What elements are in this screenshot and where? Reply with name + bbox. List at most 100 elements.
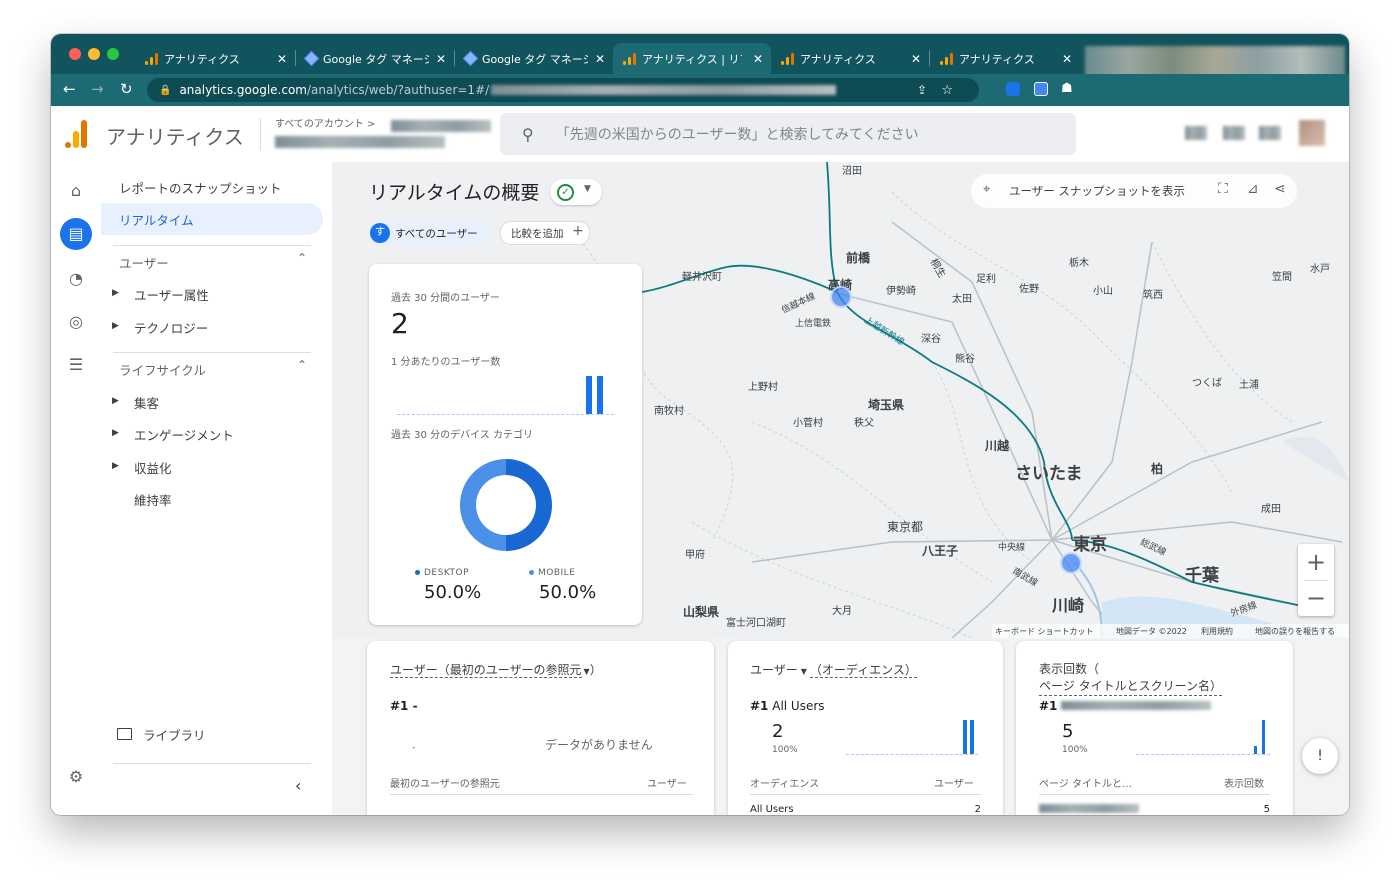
zoom-out-button[interactable]: −: [1298, 582, 1334, 614]
map-label: 柏: [1151, 462, 1164, 476]
nav-user-attributes[interactable]: ユーザー属性: [134, 285, 209, 304]
extension-icon[interactable]: ☗: [1061, 81, 1073, 96]
extension-icon[interactable]: [1006, 82, 1020, 96]
rank-label: #1: [1039, 699, 1212, 713]
fullscreen-icon[interactable]: ⛶: [1218, 181, 1228, 197]
map-zoom-controls: + −: [1298, 544, 1334, 616]
dropdown-arrow-icon: ▼: [584, 184, 591, 194]
close-tab-icon[interactable]: ✕: [595, 52, 605, 66]
back-arrow-icon[interactable]: ←: [63, 80, 76, 98]
map-label: 筑西: [1143, 290, 1163, 301]
card-title[interactable]: ユーザー ▼ （オーディエンス）: [750, 661, 917, 678]
tab-title: アナリティクス | リアルタイム: [642, 52, 742, 66]
map-label: 栃木: [1069, 258, 1089, 269]
tab-strip: アナリティクス ✕ Google タグ マネージャー ✕ Google タグ マ…: [51, 34, 1349, 116]
collapse-chevron-icon[interactable]: ‹: [295, 776, 301, 795]
minimize-window-button[interactable]: [88, 48, 100, 60]
nav-engagement[interactable]: エンゲージメント: [134, 425, 234, 444]
card-title[interactable]: 表示回数（ ページ タイトルとスクリーン名）: [1039, 661, 1222, 696]
reports-icon[interactable]: ▤: [60, 218, 92, 250]
feedback-icon[interactable]: !: [1302, 738, 1338, 774]
admin-gear-icon[interactable]: ⚙: [65, 766, 87, 788]
audience-card: ユーザー ▼ （オーディエンス） #1 All Users 2 100% オーディエ…: [728, 641, 1003, 815]
close-window-button[interactable]: [69, 48, 81, 60]
extension-icon[interactable]: [1034, 82, 1048, 96]
first-user-source-card: ユーザー（最初のユーザーの参照元 ▼） #1 - - データがありません 最初のユ…: [367, 641, 714, 815]
browser-tab[interactable]: アナリティクス ✕: [930, 43, 1080, 74]
map-toolbar: ⌖ ユーザー スナップショットを表示 ⛶ ⊿ ⋖: [971, 174, 1297, 208]
views-pct: 100%: [1062, 745, 1088, 755]
customize-report-icon[interactable]: ⊿: [1247, 181, 1259, 197]
close-tab-icon[interactable]: ✕: [753, 52, 763, 66]
map-label: 足利: [976, 274, 996, 285]
reload-icon[interactable]: ↻: [120, 80, 133, 98]
chevron-up-icon[interactable]: ⌃: [297, 358, 307, 372]
plus-icon: +: [572, 223, 584, 239]
close-tab-icon[interactable]: ✕: [436, 52, 446, 66]
search-input[interactable]: ⚲ 「先週の米国からのユーザー数」と検索してみてください: [500, 113, 1076, 155]
map-label: 川崎: [1052, 596, 1085, 615]
audience-sparkline: [846, 719, 978, 755]
advertising-icon[interactable]: ◎: [65, 311, 87, 333]
search-placeholder: 「先週の米国からのユーザー数」と検索してみてください: [555, 127, 919, 143]
segment-chip[interactable]: す すべてのユーザー: [368, 221, 490, 245]
url-path: /analytics/web/?authuser=1#/: [306, 83, 490, 97]
map-label: 埼玉県: [868, 398, 905, 412]
nav-lifecycle-header[interactable]: ライフサイクル: [119, 360, 206, 379]
nav-monetization[interactable]: 収益化: [134, 458, 172, 477]
tab-title: アナリティクス: [800, 52, 876, 66]
nav-acquisition[interactable]: 集客: [134, 393, 159, 412]
rank-number: #1: [1039, 699, 1058, 713]
map-label: 東京都: [887, 520, 924, 534]
map-label: 山梨県: [683, 605, 720, 619]
browser-tab[interactable]: アナリティクス ✕: [771, 43, 929, 74]
per-minute-sparkline: [397, 372, 614, 415]
user-location-dot[interactable]: [1060, 552, 1082, 574]
close-tab-icon[interactable]: ✕: [277, 52, 287, 66]
sparkline-bar: [597, 376, 603, 414]
explore-icon[interactable]: ◔: [65, 268, 87, 290]
terms-link[interactable]: 利用規約: [1201, 626, 1233, 637]
browser-tab-active[interactable]: アナリティクス | リアルタイム ✕: [613, 43, 771, 74]
nav-retention[interactable]: 維持率: [134, 490, 172, 509]
close-tab-icon[interactable]: ✕: [1062, 52, 1072, 66]
column-header: オーディエンス: [750, 779, 820, 790]
sparkline-bar: [1254, 746, 1257, 754]
add-comparison-button[interactable]: 比較を追加 +: [500, 221, 590, 245]
browser-tab[interactable]: Google タグ マネージャー ✕: [296, 43, 454, 74]
device-category-label: 過去 30 分のデバイス カテゴリ: [391, 430, 533, 441]
table-row[interactable]: All Users 2: [750, 804, 981, 815]
nav-users-header[interactable]: ユーザー: [119, 253, 169, 272]
home-icon[interactable]: ⌂: [65, 180, 87, 202]
table-row[interactable]: 5: [1039, 804, 1270, 815]
keyboard-shortcuts-link[interactable]: キーボード ショートカット: [995, 626, 1094, 637]
share-icon[interactable]: ⇪: [917, 83, 927, 97]
configure-icon[interactable]: ☰: [65, 354, 87, 376]
lock-icon: 🔒: [159, 84, 172, 96]
device-donut-chart: [460, 459, 552, 551]
blurred-header-icons: [1185, 126, 1207, 140]
card-title[interactable]: ユーザー（最初のユーザーの参照元 ▼）: [390, 661, 602, 678]
browser-tab[interactable]: アナリティクス ✕: [135, 43, 295, 74]
chevron-up-icon[interactable]: ⌃: [297, 251, 307, 265]
url-field[interactable]: 🔒 analytics.google.com /analytics/web/?a…: [147, 78, 979, 102]
forward-arrow-icon[interactable]: →: [91, 80, 104, 98]
browser-tab[interactable]: Google タグ マネージャー ✕: [455, 43, 613, 74]
nav-realtime[interactable]: リアルタイム: [119, 210, 194, 229]
rank-number: #1: [390, 699, 409, 713]
bookmark-star-icon[interactable]: ☆: [941, 83, 953, 98]
ga-icon: [940, 52, 953, 65]
card-title-text: ページ タイトルとスクリーン名）: [1039, 678, 1222, 696]
report-map-error-link[interactable]: 地図の誤りを報告する: [1255, 626, 1335, 637]
nav-technology[interactable]: テクノロジー: [134, 318, 208, 337]
nav-snapshot[interactable]: レポートのスナップショット: [119, 178, 282, 197]
nav-library[interactable]: ライブラリ: [143, 725, 206, 744]
close-tab-icon[interactable]: ✕: [911, 52, 921, 66]
sparkline-bar: [970, 720, 974, 754]
zoom-in-button[interactable]: +: [1298, 546, 1334, 578]
user-location-dot[interactable]: [830, 286, 852, 308]
share-icon[interactable]: ⋖: [1274, 181, 1286, 197]
maximize-window-button[interactable]: [107, 48, 119, 60]
user-snapshot-button[interactable]: ユーザー スナップショットを表示: [1009, 183, 1185, 199]
status-check-dropdown[interactable]: ✓ ▼: [550, 179, 602, 205]
